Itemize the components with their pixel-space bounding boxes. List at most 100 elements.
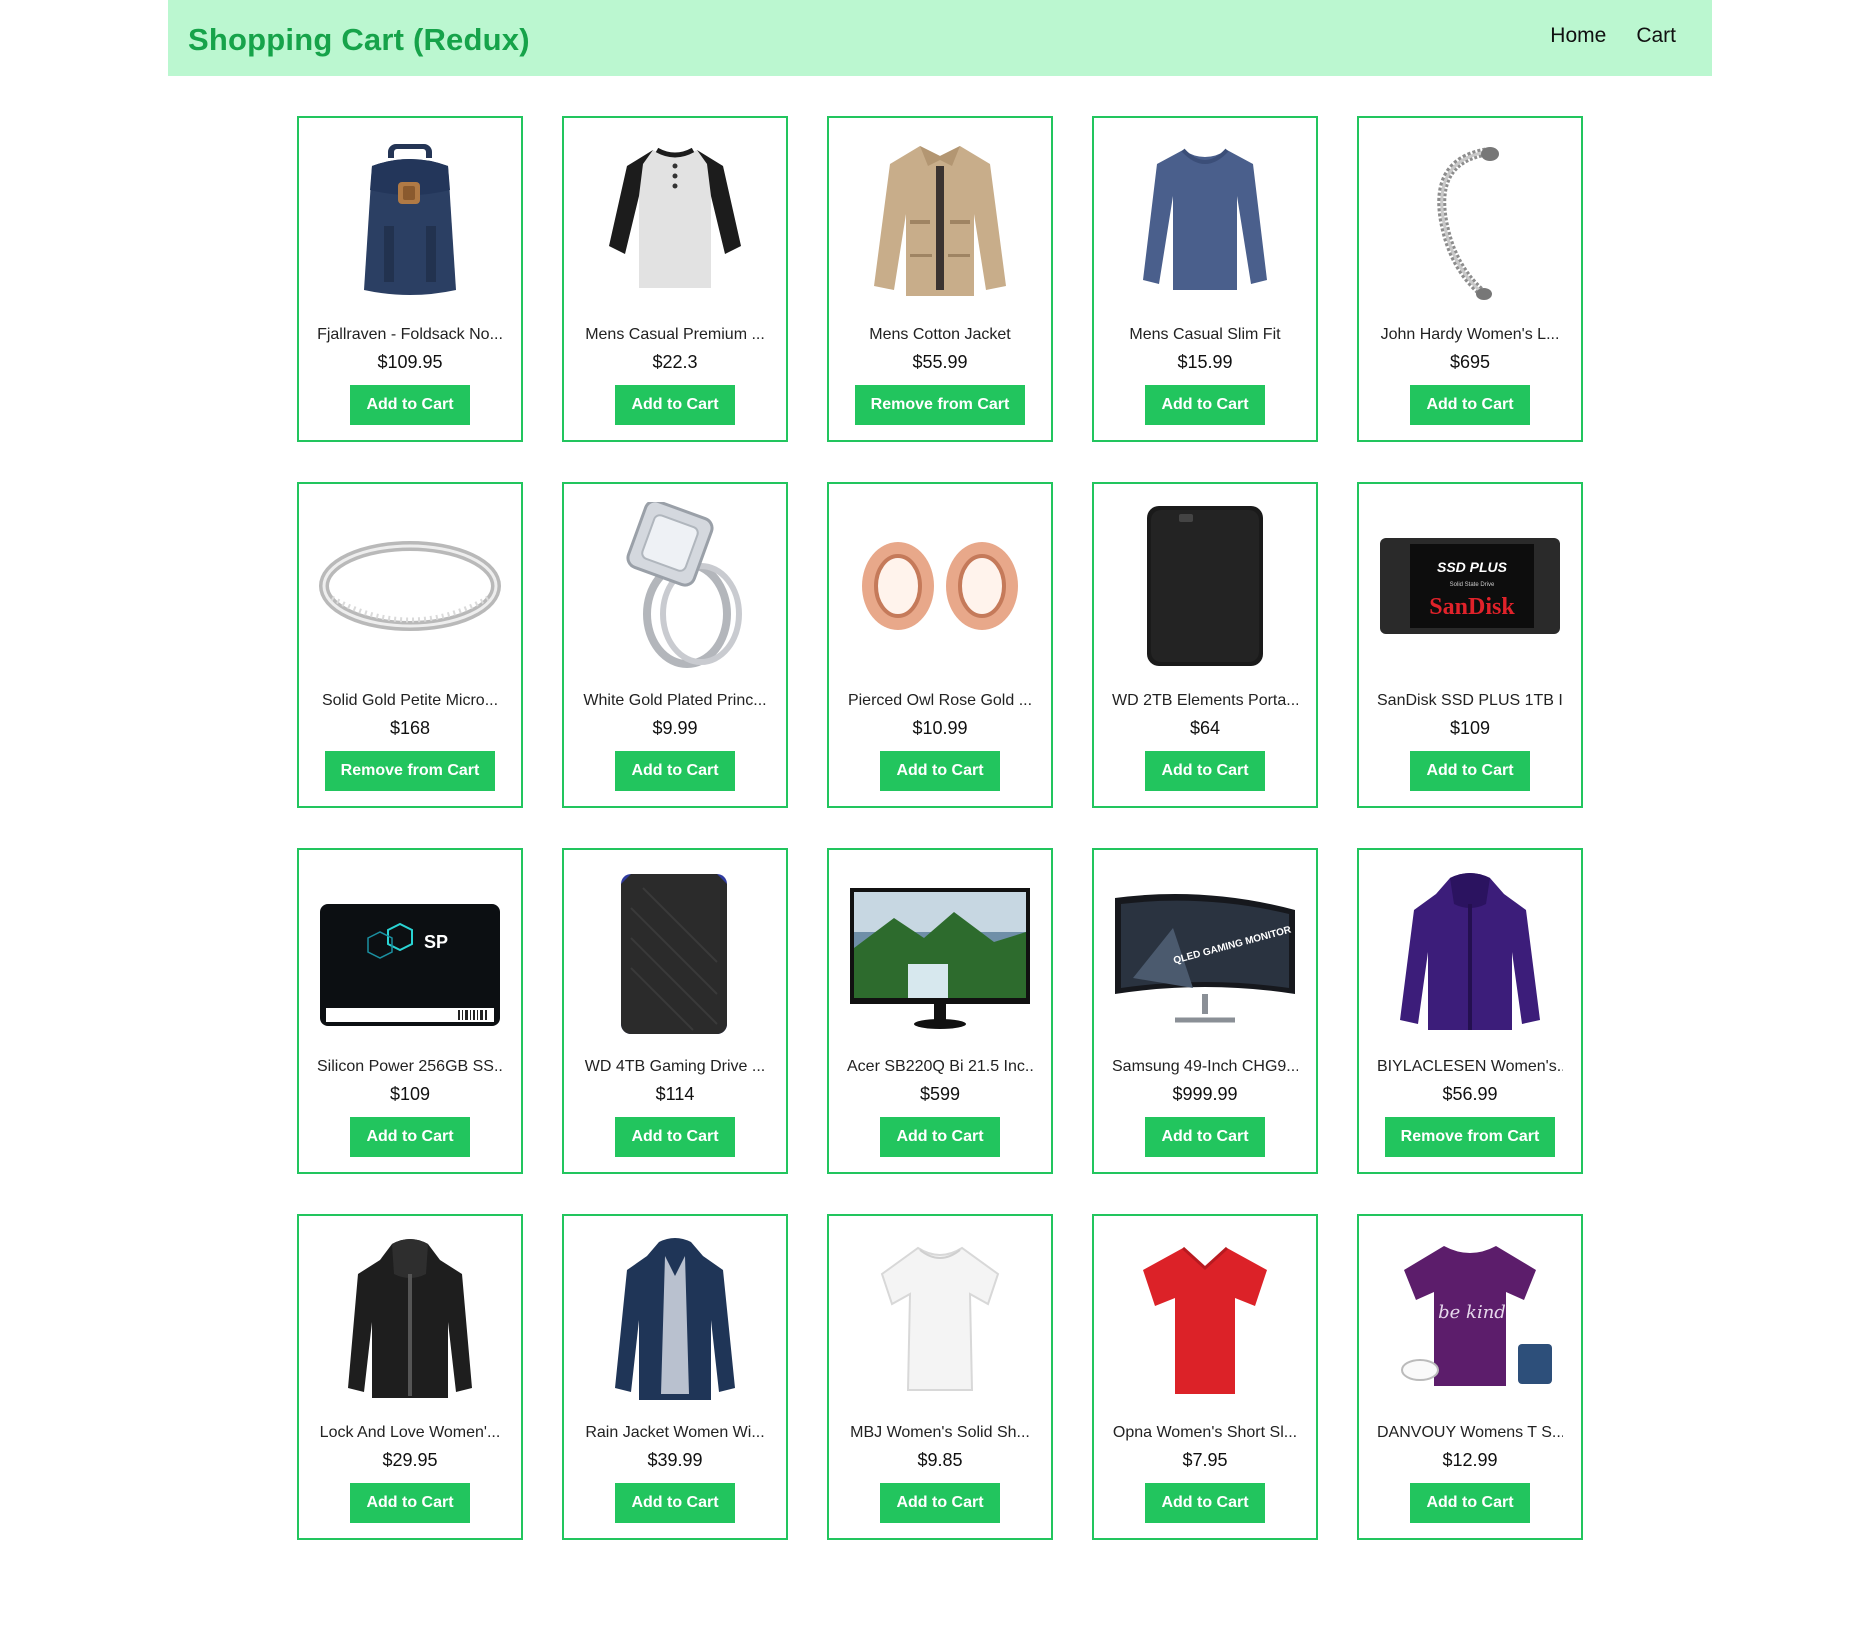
- product-card: Solid Gold Petite Micro... $168 Remove f…: [297, 482, 523, 808]
- product-price: $39.99: [647, 1450, 703, 1470]
- add-to-cart-button[interactable]: Add to Cart: [615, 1117, 735, 1157]
- product-price: $999.99: [1172, 1084, 1238, 1104]
- purple-tshirt-icon[interactable]: be kind: [1378, 1234, 1562, 1402]
- add-to-cart-button[interactable]: Add to Cart: [1410, 751, 1530, 791]
- ring-icon[interactable]: [318, 502, 502, 670]
- product-title: John Hardy Women's L...: [1380, 326, 1560, 343]
- product-price: $109: [389, 1084, 431, 1104]
- ssd-brand: SanDisk: [1429, 594, 1515, 620]
- product-card: Pierced Owl Rose Gold ... $10.99 Add to …: [827, 482, 1053, 808]
- product-title: Acer SB220Q Bi 21.5 Inc...: [847, 1058, 1033, 1075]
- product-price: $109.95: [377, 352, 443, 372]
- add-to-cart-button[interactable]: Add to Cart: [880, 1117, 1000, 1157]
- add-to-cart-button[interactable]: Add to Cart: [615, 385, 735, 425]
- add-to-cart-button[interactable]: Add to Cart: [1145, 385, 1265, 425]
- product-card: WD 2TB Elements Porta... $64 Add to Cart: [1092, 482, 1318, 808]
- product-price: $29.95: [382, 1450, 438, 1470]
- ssd-icon[interactable]: SSD PLUS Solid State Drive SanDisk: [1378, 502, 1562, 670]
- add-to-cart-button[interactable]: Add to Cart: [880, 1483, 1000, 1523]
- product-title: Silicon Power 256GB SS...: [317, 1058, 503, 1075]
- cotton-jacket-icon[interactable]: [848, 136, 1032, 304]
- product-card: John Hardy Women's L... $695 Add to Cart: [1357, 116, 1583, 442]
- ssd-black-icon[interactable]: SP: [318, 868, 502, 1036]
- product-card: Opna Women's Short Sl... $7.95 Add to Ca…: [1092, 1214, 1318, 1540]
- top-navbar: Shopping Cart (Redux) Home Cart: [168, 0, 1712, 76]
- product-title: Solid Gold Petite Micro...: [321, 692, 499, 709]
- product-price: $56.99: [1442, 1084, 1498, 1104]
- remove-from-cart-button[interactable]: Remove from Cart: [1384, 1117, 1556, 1157]
- product-card: be kind DANVOUY Womens T S... $12.99 Add…: [1357, 1214, 1583, 1540]
- product-price: $114: [655, 1084, 695, 1104]
- add-to-cart-button[interactable]: Add to Cart: [350, 385, 470, 425]
- product-title: MBJ Women's Solid Sh...: [850, 1424, 1030, 1441]
- product-card: Mens Casual Slim Fit $15.99 Add to Cart: [1092, 116, 1318, 442]
- bracelet-icon[interactable]: [1378, 136, 1562, 304]
- red-tshirt-icon[interactable]: [1113, 1234, 1297, 1402]
- product-card: Fjallraven - Foldsack No... $109.95 Add …: [297, 116, 523, 442]
- add-to-cart-button[interactable]: Add to Cart: [1145, 1117, 1265, 1157]
- add-to-cart-button[interactable]: Add to Cart: [1145, 1483, 1265, 1523]
- product-card: White Gold Plated Princ... $9.99 Add to …: [562, 482, 788, 808]
- nav-cart-link[interactable]: Cart: [1636, 24, 1676, 48]
- raglan-shirt-icon[interactable]: [583, 136, 767, 304]
- long-sleeve-shirt-icon[interactable]: [1113, 136, 1297, 304]
- product-card: SSD PLUS Solid State Drive SanDisk SanDi…: [1357, 482, 1583, 808]
- ssd-label-top: SSD PLUS: [1437, 559, 1508, 575]
- ssd-label-sub: Solid State Drive: [1450, 582, 1495, 588]
- add-to-cart-button[interactable]: Add to Cart: [1410, 385, 1530, 425]
- ssd-sp-logo: SP: [424, 932, 448, 952]
- nav-links: Home Cart: [1550, 24, 1676, 48]
- add-to-cart-button[interactable]: Add to Cart: [615, 751, 735, 791]
- curved-monitor-icon[interactable]: QLED GAMING MONITOR: [1113, 868, 1297, 1036]
- diamond-ring-icon[interactable]: [583, 502, 767, 670]
- hard-drive-icon[interactable]: [1113, 502, 1297, 670]
- product-title: Mens Casual Slim Fit: [1129, 326, 1281, 343]
- add-to-cart-button[interactable]: Add to Cart: [1145, 751, 1265, 791]
- rain-jacket-icon[interactable]: [583, 1234, 767, 1402]
- product-price: $109: [1449, 718, 1491, 738]
- product-price: $12.99: [1442, 1450, 1498, 1470]
- product-price: $15.99: [1177, 352, 1233, 372]
- product-price: $64: [1189, 718, 1221, 738]
- monitor-icon[interactable]: [848, 868, 1032, 1036]
- purple-jacket-icon[interactable]: [1378, 868, 1562, 1036]
- product-title: Pierced Owl Rose Gold ...: [847, 692, 1033, 709]
- product-title: Lock And Love Women'...: [319, 1424, 501, 1441]
- product-title: Rain Jacket Women Wi...: [585, 1424, 765, 1441]
- add-to-cart-button[interactable]: Add to Cart: [350, 1117, 470, 1157]
- product-price: $599: [919, 1084, 961, 1104]
- product-price: $55.99: [912, 352, 968, 372]
- remove-from-cart-button[interactable]: Remove from Cart: [324, 751, 496, 791]
- product-card: BIYLACLESEN Women's... $56.99 Remove fro…: [1357, 848, 1583, 1174]
- add-to-cart-button[interactable]: Add to Cart: [880, 751, 1000, 791]
- ear-plugs-icon[interactable]: [848, 502, 1032, 670]
- product-title: Mens Cotton Jacket: [869, 326, 1011, 343]
- product-title: WD 2TB Elements Porta...: [1112, 692, 1298, 709]
- add-to-cart-button[interactable]: Add to Cart: [350, 1483, 470, 1523]
- product-title: Fjallraven - Foldsack No...: [317, 326, 503, 343]
- product-card: SP Silicon Power 256GB SS... $109 Add to…: [297, 848, 523, 1174]
- remove-from-cart-button[interactable]: Remove from Cart: [854, 385, 1026, 425]
- product-card: Mens Casual Premium ... $22.3 Add to Car…: [562, 116, 788, 442]
- product-card: Acer SB220Q Bi 21.5 Inc... $599 Add to C…: [827, 848, 1053, 1174]
- gaming-drive-icon[interactable]: [583, 868, 767, 1036]
- product-card: Mens Cotton Jacket $55.99 Remove from Ca…: [827, 116, 1053, 442]
- backpack-icon[interactable]: [318, 136, 502, 304]
- product-grid: Fjallraven - Foldsack No... $109.95 Add …: [297, 116, 1583, 1540]
- product-price: $7.95: [1182, 1450, 1228, 1470]
- product-card: MBJ Women's Solid Sh... $9.85 Add to Car…: [827, 1214, 1053, 1540]
- product-title: Samsung 49-Inch CHG9...: [1112, 1058, 1298, 1075]
- add-to-cart-button[interactable]: Add to Cart: [615, 1483, 735, 1523]
- product-title: DANVOUY Womens T S...: [1377, 1424, 1563, 1441]
- add-to-cart-button[interactable]: Add to Cart: [1410, 1483, 1530, 1523]
- product-title: SanDisk SSD PLUS 1TB I...: [1377, 692, 1563, 709]
- product-price: $10.99: [912, 718, 968, 738]
- product-title: Mens Casual Premium ...: [585, 326, 765, 343]
- white-top-icon[interactable]: [848, 1234, 1032, 1402]
- product-title: WD 4TB Gaming Drive ...: [584, 1058, 766, 1075]
- nav-home-link[interactable]: Home: [1550, 24, 1606, 48]
- product-title: Opna Women's Short Sl...: [1112, 1424, 1298, 1441]
- product-title: White Gold Plated Princ...: [583, 692, 767, 709]
- product-card: WD 4TB Gaming Drive ... $114 Add to Cart: [562, 848, 788, 1174]
- leather-jacket-icon[interactable]: [318, 1234, 502, 1402]
